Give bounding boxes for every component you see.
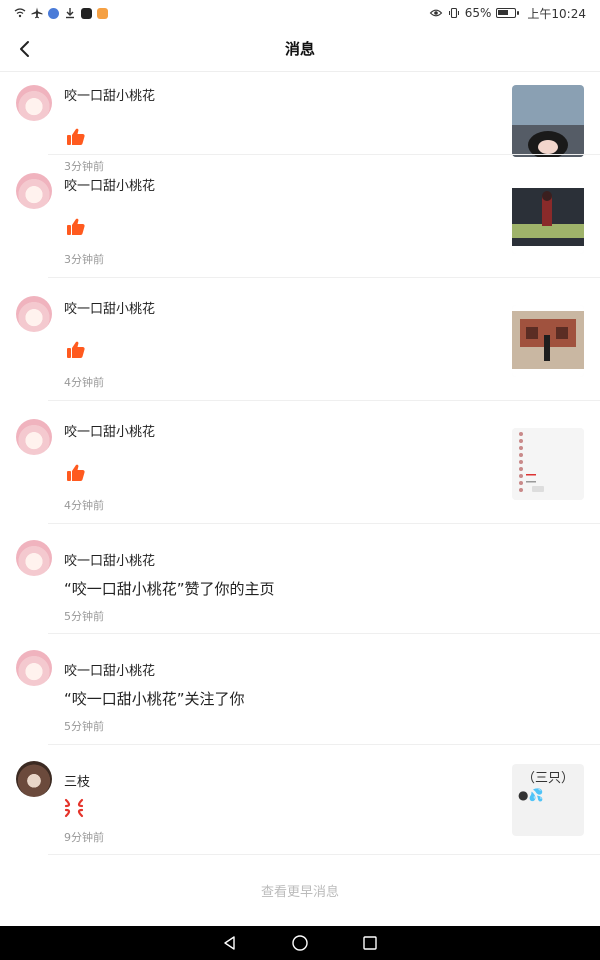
username[interactable]: 咬一口甜小桃花 <box>64 550 155 569</box>
nav-recents-button[interactable] <box>360 933 380 953</box>
airplane-icon <box>31 7 43 19</box>
screenshot-list-thumbnail <box>512 428 584 500</box>
vibrate-icon <box>448 7 459 19</box>
username[interactable]: 咬一口甜小桃花 <box>64 85 155 104</box>
username[interactable]: 三枝 <box>64 771 90 790</box>
back-button[interactable] <box>10 34 40 64</box>
thumbs-up-icon <box>67 218 85 235</box>
message-time: 4分钟前 <box>64 376 104 389</box>
battery-percent: 65% <box>464 6 492 20</box>
header: 消息 <box>0 26 600 72</box>
message-item[interactable]: 三枝 9分钟前 （三只） ●💦 <box>0 745 600 855</box>
message-list[interactable]: 咬一口甜小桃花 3分钟前 咬一口甜小桃花 3分钟前 咬一口甜小桃花 4分钟前 咬… <box>0 72 600 926</box>
game-scene-thumbnail-1 <box>512 85 584 157</box>
username[interactable]: 咬一口甜小桃花 <box>64 660 155 679</box>
message-time: 4分钟前 <box>64 499 104 512</box>
message-time: 5分钟前 <box>64 610 104 623</box>
message-text: “咬一口甜小桃花”关注了你 <box>64 690 245 708</box>
status-right: 65% 上午10:24 <box>429 5 586 22</box>
page-title: 消息 <box>284 40 315 58</box>
message-item[interactable]: 咬一口甜小桃花 3分钟前 <box>0 72 600 173</box>
app-notification-icon-blue <box>48 7 59 19</box>
status-bar: 65% 上午10:24 <box>0 0 600 26</box>
avatar[interactable] <box>16 173 52 209</box>
avatar[interactable] <box>16 650 52 686</box>
wifi-icon <box>14 8 26 18</box>
content-thumbnail[interactable]: （三只） ●💦 <box>512 764 584 836</box>
battery-icon <box>496 8 520 18</box>
download-icon <box>66 8 74 19</box>
circle-home-icon <box>292 935 308 951</box>
message-text: “咬一口甜小桃花”赞了你的主页 <box>64 580 275 598</box>
triangle-back-icon <box>224 936 235 950</box>
avatar[interactable] <box>16 761 52 797</box>
message-time: 3分钟前 <box>64 253 104 266</box>
content-thumbnail[interactable] <box>512 182 584 254</box>
message-item[interactable]: 咬一口甜小桃花 “咬一口甜小桃花”赞了你的主页 5分钟前 <box>0 524 600 634</box>
chevron-left-icon <box>20 41 29 57</box>
thumbnail-emoji: ●💦 <box>518 788 544 802</box>
eye-icon <box>429 9 443 17</box>
avatar[interactable] <box>16 540 52 576</box>
thumbs-up-icon <box>67 128 85 145</box>
anger-symbol-icon <box>64 798 84 818</box>
message-list-inner: 咬一口甜小桃花 3分钟前 咬一口甜小桃花 3分钟前 咬一口甜小桃花 4分钟前 咬… <box>0 72 600 925</box>
avatar[interactable] <box>16 419 52 455</box>
thumbs-up-icon <box>67 341 85 358</box>
avatar[interactable] <box>16 296 52 332</box>
thumbnail-text: （三只） <box>521 771 574 786</box>
content-thumbnail[interactable] <box>512 428 584 500</box>
message-item[interactable]: 咬一口甜小桃花 4分钟前 <box>0 278 600 401</box>
status-left <box>14 7 108 19</box>
square-recents-icon <box>363 936 377 950</box>
message-time: 5分钟前 <box>64 720 104 733</box>
clock: 上午10:24 <box>527 6 586 21</box>
view-earlier-messages-link[interactable]: 查看更早消息 <box>0 881 600 900</box>
username[interactable]: 咬一口甜小桃花 <box>64 298 155 317</box>
content-thumbnail[interactable] <box>512 85 584 157</box>
nav-back-button[interactable] <box>220 933 240 953</box>
game-scene-thumbnail-3 <box>512 305 584 377</box>
app-notification-icon-orange <box>97 7 108 19</box>
username[interactable]: 咬一口甜小桃花 <box>64 175 155 194</box>
system-navigation-bar <box>0 926 600 960</box>
more-link-row: 查看更早消息 <box>0 855 600 925</box>
game-scene-thumbnail-2 <box>512 182 584 254</box>
message-item[interactable]: 咬一口甜小桃花 “咬一口甜小桃花”关注了你 5分钟前 <box>0 634 600 745</box>
message-item[interactable]: 咬一口甜小桃花 4分钟前 <box>0 401 600 524</box>
content-thumbnail[interactable] <box>512 305 584 377</box>
thumbs-up-icon <box>67 464 85 481</box>
message-time: 9分钟前 <box>64 831 104 844</box>
message-item[interactable]: 咬一口甜小桃花 3分钟前 <box>0 155 600 278</box>
username[interactable]: 咬一口甜小桃花 <box>64 421 155 440</box>
app-notification-icon-dark <box>81 7 92 19</box>
avatar[interactable] <box>16 85 52 121</box>
nav-home-button[interactable] <box>290 933 310 953</box>
